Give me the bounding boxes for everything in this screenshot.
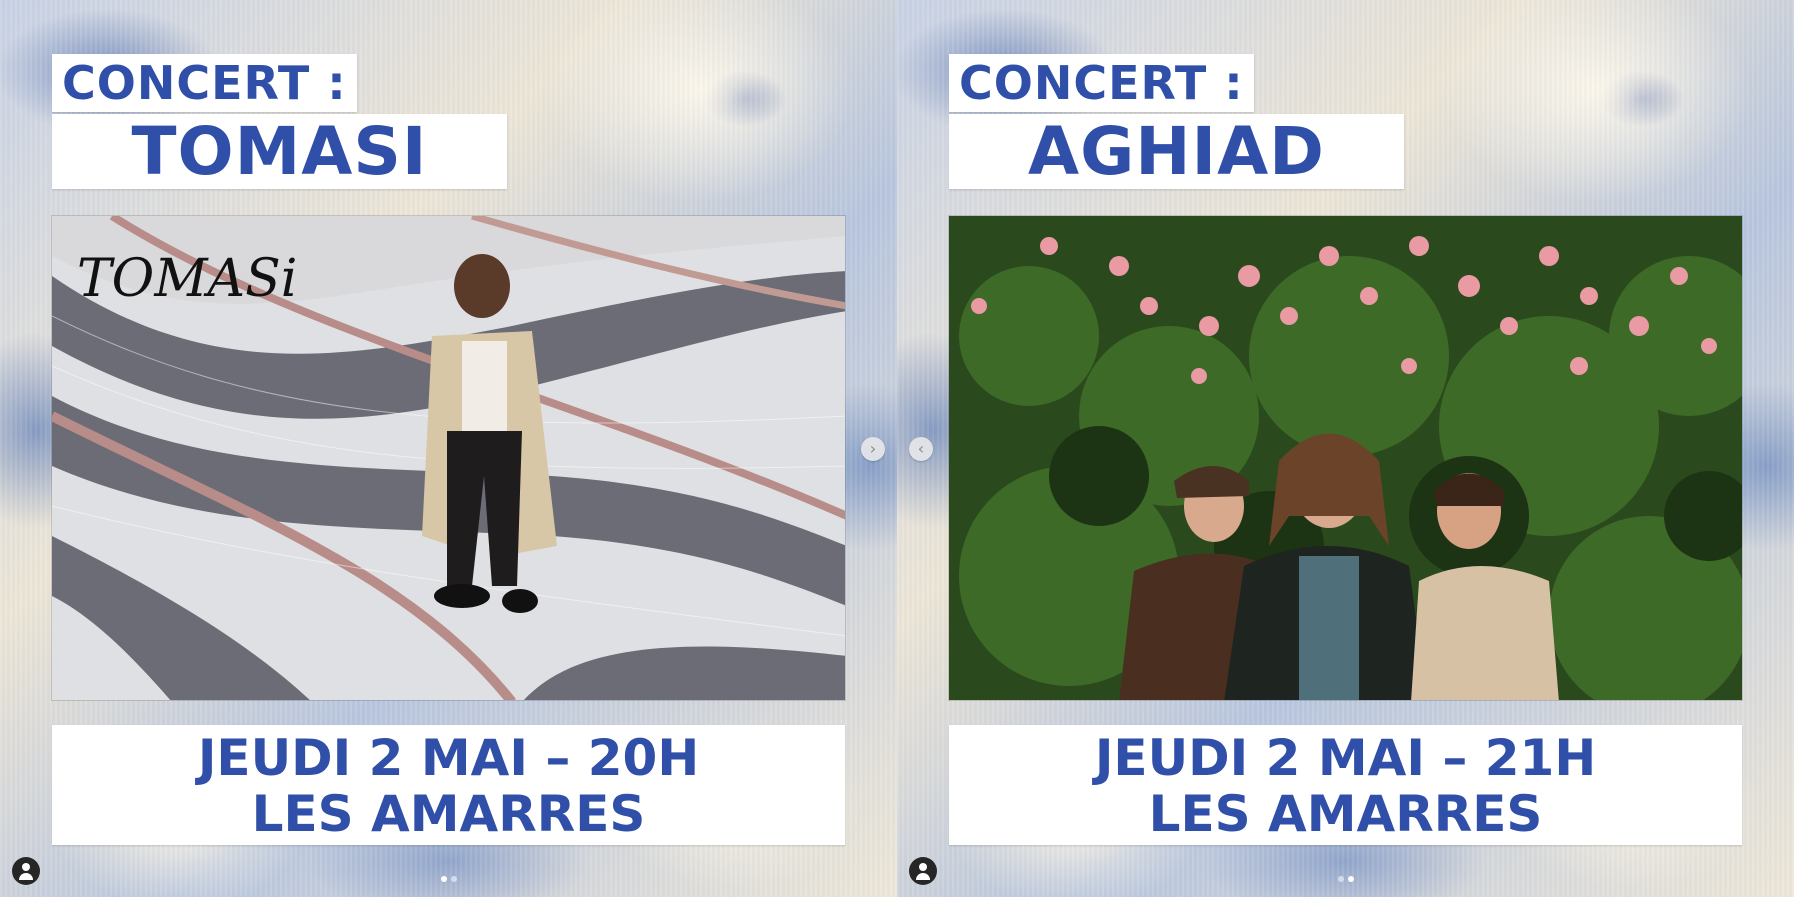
slide-aghiad: CONCERT : AGHIAD JEUDI 2 MAI – 21H LES A…	[897, 0, 1794, 897]
artist-photo	[948, 215, 1743, 701]
artist-name: AGHIAD	[949, 114, 1404, 189]
carousel-dot-1[interactable]	[1337, 876, 1344, 882]
aghiad-photo-illustration	[949, 216, 1742, 700]
event-details: JEUDI 2 MAI – 20H LES AMARRES	[52, 725, 845, 845]
concert-label: CONCERT :	[52, 54, 357, 112]
slide-tomasi: CONCERT : TOMASI TOMASi JEUDI 2 MAI – 20…	[0, 0, 897, 897]
event-date-time: JEUDI 2 MAI – 21H	[1094, 729, 1597, 787]
concert-label: CONCERT :	[949, 54, 1254, 112]
chevron-left-icon[interactable]: ‹	[909, 437, 933, 461]
tomasi-photo-illustration: TOMASi	[52, 216, 845, 700]
artist-name: TOMASI	[52, 114, 507, 189]
event-date-time: JEUDI 2 MAI – 20H	[197, 729, 700, 787]
carousel-dots	[0, 876, 897, 882]
carousel-dot-1[interactable]	[440, 876, 447, 882]
chevron-right-icon[interactable]: ›	[861, 437, 885, 461]
carousel-dot-2[interactable]	[1347, 876, 1354, 882]
carousel-stage: CONCERT : TOMASI TOMASi JEUDI 2 MAI – 20…	[0, 0, 1794, 897]
event-venue: LES AMARRES	[251, 785, 646, 843]
event-venue: LES AMARRES	[1148, 785, 1543, 843]
carousel-dots	[897, 876, 1794, 882]
carousel-dot-2[interactable]	[450, 876, 457, 882]
event-details: JEUDI 2 MAI – 21H LES AMARRES	[949, 725, 1742, 845]
artist-photo: TOMASi	[51, 215, 846, 701]
photo-signature: TOMASi	[77, 249, 297, 309]
